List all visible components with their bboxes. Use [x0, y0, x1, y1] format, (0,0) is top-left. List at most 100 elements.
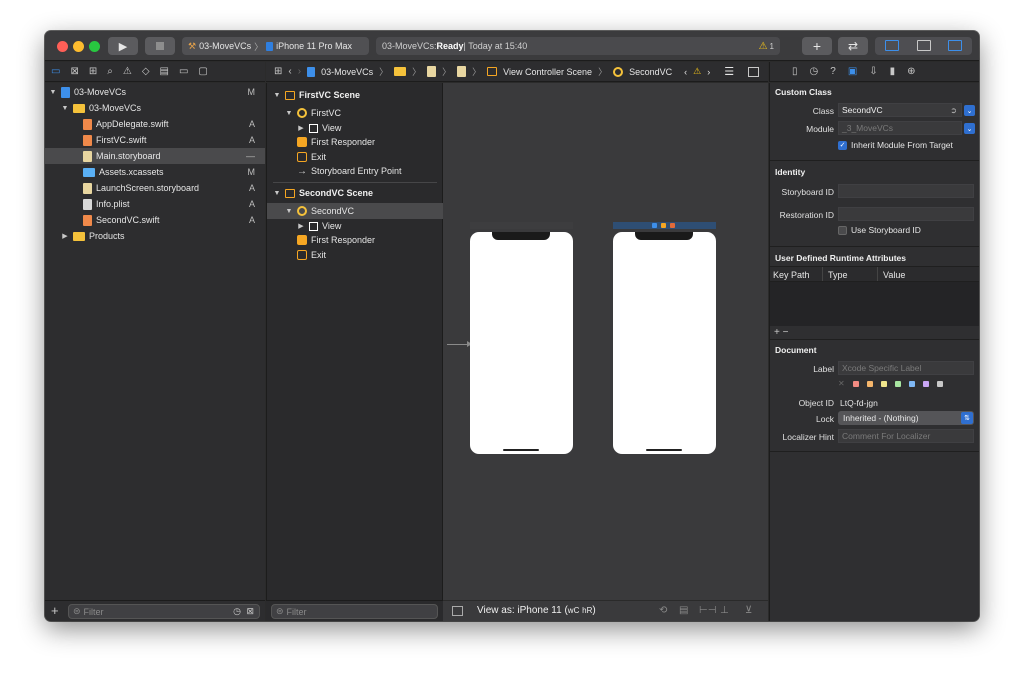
zoom-window-button[interactable] — [89, 41, 100, 52]
color-swatch-yellow[interactable] — [881, 381, 887, 387]
add-editor-icon[interactable] — [748, 66, 760, 77]
scene-dock-selected[interactable] — [613, 222, 716, 229]
navigator-filter-input[interactable]: ⊜ Filter ◷ ⊠ — [68, 604, 260, 619]
no-color-icon[interactable]: ✕ — [838, 379, 845, 388]
list-item[interactable]: Assets.xcassets M — [83, 164, 265, 180]
issue-forward-icon[interactable]: › — [707, 67, 710, 77]
inherit-module-checkbox[interactable]: ✓ Inherit Module From Target — [838, 140, 953, 150]
outline-toggle-icon[interactable] — [452, 606, 463, 616]
add-constraints-icon[interactable]: ⊥ — [720, 605, 729, 616]
scene-header[interactable]: ▼ FirstVC Scene — [273, 87, 443, 103]
align-icon[interactable]: ⊢⊣ — [699, 605, 716, 616]
scene-header[interactable]: ▼ SecondVC Scene — [273, 185, 443, 201]
source-control-filter-icon[interactable]: ⊠ — [246, 606, 254, 617]
storyboard-canvas[interactable] — [443, 83, 768, 600]
column-header[interactable]: Key Path — [773, 270, 810, 280]
warning-icon[interactable]: ⚠ — [693, 66, 701, 77]
disclosure-down-icon[interactable]: ▼ — [285, 110, 293, 117]
storyboard-file-icon[interactable] — [427, 66, 437, 77]
label-field[interactable]: Xcode Specific Label — [838, 361, 974, 375]
list-item-selected[interactable]: Main.storyboard — — [45, 148, 265, 164]
stop-button[interactable] — [145, 37, 175, 55]
source-control-icon[interactable]: ⊠ — [70, 66, 78, 77]
folder-navigator-icon[interactable]: ▭ — [51, 66, 60, 77]
outline-item[interactable]: Exit — [297, 247, 443, 263]
outline-filter-input[interactable]: ⊜ Filter — [271, 604, 438, 619]
editor-options-icon[interactable]: ☰ — [724, 65, 734, 78]
breadcrumb-project[interactable]: 03-MoveVCs — [321, 67, 373, 77]
back-icon[interactable]: ‹ — [288, 66, 291, 77]
list-item[interactable]: SecondVC.swift A — [83, 212, 265, 228]
disclosure-down-icon[interactable]: ▼ — [273, 92, 281, 99]
color-swatch-gray[interactable] — [937, 381, 943, 387]
firstvc-scene[interactable] — [470, 232, 573, 454]
history-inspector-icon[interactable]: ◷ — [810, 66, 819, 77]
restoration-id-field[interactable] — [838, 207, 974, 221]
add-remove-buttons[interactable]: + − — [774, 327, 788, 338]
code-review-button[interactable]: ⇄ — [838, 37, 868, 55]
identity-inspector-icon[interactable]: ▣ — [848, 66, 857, 77]
outline-item[interactable]: → Storyboard Entry Point — [297, 163, 443, 179]
module-field[interactable]: _3_MoveVCs — [838, 121, 962, 135]
forward-icon[interactable]: › — [298, 66, 301, 77]
outline-item[interactable]: First Responder — [297, 232, 443, 248]
color-swatch-red[interactable] — [853, 381, 859, 387]
column-header[interactable]: Type — [828, 270, 848, 280]
secondvc-scene[interactable] — [613, 232, 716, 454]
color-swatch-blue[interactable] — [909, 381, 915, 387]
test-icon[interactable]: ◇ — [142, 66, 150, 77]
recent-files-icon[interactable]: ◷ — [233, 606, 241, 617]
debug-icon[interactable]: ▤ — [160, 66, 169, 77]
list-item[interactable]: ▶ Products — [61, 228, 265, 244]
inspector-toggle-button[interactable] — [948, 40, 962, 51]
help-inspector-icon[interactable]: ? — [830, 66, 836, 77]
library-button[interactable]: + — [802, 37, 832, 55]
disclosure-right-icon[interactable]: ▶ — [297, 124, 305, 132]
color-swatch-purple[interactable] — [923, 381, 929, 387]
lock-popup[interactable]: Inherited - (Nothing) ⇅ — [838, 411, 974, 425]
connections-inspector-icon[interactable]: ⊕ — [907, 66, 915, 77]
breadcrumb-vc[interactable]: SecondVC — [629, 67, 672, 77]
scheme-selector[interactable]: ⚒ 03-MoveVCs 〉 iPhone 11 Pro Max — [182, 37, 369, 55]
update-frames-icon[interactable]: ⟲ — [659, 605, 667, 616]
disclosure-down-icon[interactable]: ▼ — [285, 208, 293, 215]
chevron-down-icon[interactable]: ⌄ — [964, 105, 975, 116]
arrow-circle-icon[interactable]: ➲ — [950, 106, 957, 115]
use-storyboard-id-checkbox[interactable]: Use Storyboard ID — [838, 225, 921, 235]
debug-area-toggle-button[interactable] — [917, 40, 931, 51]
list-item[interactable]: Info.plist A — [83, 196, 265, 212]
related-items-icon[interactable]: ⊞ — [274, 66, 282, 77]
scene-dock[interactable] — [470, 222, 573, 229]
issue-back-icon[interactable]: ‹ — [684, 67, 687, 77]
report-icon[interactable]: ▢ — [198, 66, 207, 77]
symbol-navigator-icon[interactable]: ⊞ — [89, 66, 97, 77]
column-header[interactable]: Value — [883, 270, 905, 280]
find-icon[interactable]: ⌕ — [107, 66, 113, 77]
list-item[interactable]: ▼ 03-MoveVCs M — [49, 84, 265, 100]
disclosure-down-icon[interactable]: ▼ — [273, 190, 281, 197]
runtime-attributes-table[interactable] — [770, 282, 979, 326]
file-inspector-icon[interactable]: ▯ — [792, 66, 798, 77]
minimize-window-button[interactable] — [73, 41, 84, 52]
attributes-inspector-icon[interactable]: ⇩ — [869, 66, 877, 77]
outline-item[interactable]: ▼ FirstVC — [285, 105, 443, 121]
list-item[interactable]: FirstVC.swift A — [83, 132, 265, 148]
disclosure-down-icon[interactable]: ▼ — [61, 105, 69, 112]
run-button[interactable]: ▶ — [108, 37, 138, 55]
size-inspector-icon[interactable]: ▮ — [890, 66, 896, 77]
class-field[interactable]: SecondVC ➲ — [838, 103, 962, 117]
storyboard-file-icon[interactable] — [457, 66, 467, 77]
disclosure-right-icon[interactable]: ▶ — [297, 222, 305, 230]
color-swatch-orange[interactable] — [867, 381, 873, 387]
warning-badge[interactable]: ⚠ 1 — [759, 41, 774, 52]
list-item[interactable]: LaunchScreen.storyboard A — [83, 180, 265, 196]
disclosure-down-icon[interactable]: ▼ — [49, 89, 57, 96]
localizer-hint-field[interactable]: Comment For Localizer — [838, 429, 974, 443]
storyboard-id-field[interactable] — [838, 184, 974, 198]
close-window-button[interactable] — [57, 41, 68, 52]
outline-item-selected[interactable]: ▼ SecondVC — [267, 203, 444, 219]
list-item[interactable]: ▼ 03-MoveVCs — [61, 100, 265, 116]
embed-in-icon[interactable]: ▤ — [679, 605, 688, 616]
view-as-device-button[interactable]: View as: iPhone 11 (wC hR) — [477, 605, 596, 616]
disclosure-right-icon[interactable]: ▶ — [61, 232, 69, 240]
